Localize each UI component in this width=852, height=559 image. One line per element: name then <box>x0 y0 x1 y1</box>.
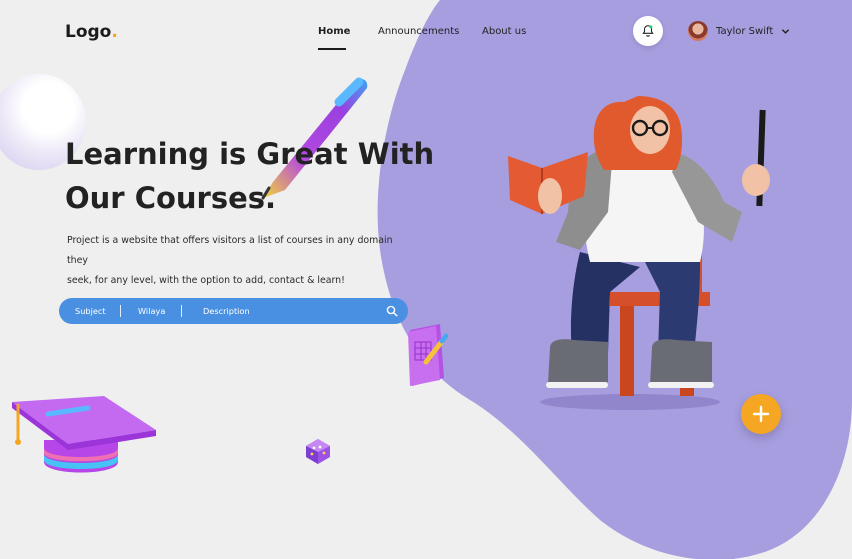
plus-icon <box>752 405 770 423</box>
subject-field[interactable]: Subject <box>75 306 106 316</box>
avatar <box>688 21 708 41</box>
graduation-cap-illustration <box>12 396 156 473</box>
nav-announcements-link[interactable]: Announcements <box>378 26 459 37</box>
nav-home-link[interactable]: Home <box>318 26 350 37</box>
search-icon[interactable] <box>386 305 398 317</box>
hero-title-line1: Learning is Great With <box>65 137 435 171</box>
hero-description: Project is a website that offers visitor… <box>67 231 397 291</box>
logo-dot: . <box>111 22 118 42</box>
logo[interactable]: Logo. <box>65 22 118 42</box>
notebook-illustration <box>408 324 449 386</box>
user-menu[interactable]: Taylor Swift <box>688 21 790 41</box>
nav-about-link[interactable]: About us <box>482 26 526 37</box>
hero-title: Learning is Great With Our Courses. <box>65 132 445 220</box>
add-button[interactable] <box>741 394 781 434</box>
search-divider <box>181 305 182 317</box>
teacher-illustration <box>508 96 770 410</box>
course-search-bar: Subject Wilaya Description <box>59 298 408 324</box>
hero-title-line2: Our Courses. <box>65 181 277 215</box>
chevron-down-icon <box>782 28 790 34</box>
user-name: Taylor Swift <box>716 25 774 37</box>
active-nav-underline <box>318 48 346 50</box>
hero-description-line2: seek, for any level, with the option to … <box>67 275 345 286</box>
bell-icon <box>642 25 654 37</box>
logo-text: Logo <box>65 22 112 42</box>
search-divider <box>120 305 121 317</box>
notification-button[interactable] <box>633 16 663 46</box>
hero-description-line1: Project is a website that offers visitor… <box>67 235 393 266</box>
description-field[interactable]: Description <box>203 306 250 316</box>
cube-illustration <box>306 439 330 464</box>
wilaya-field[interactable]: Wilaya <box>138 306 165 316</box>
